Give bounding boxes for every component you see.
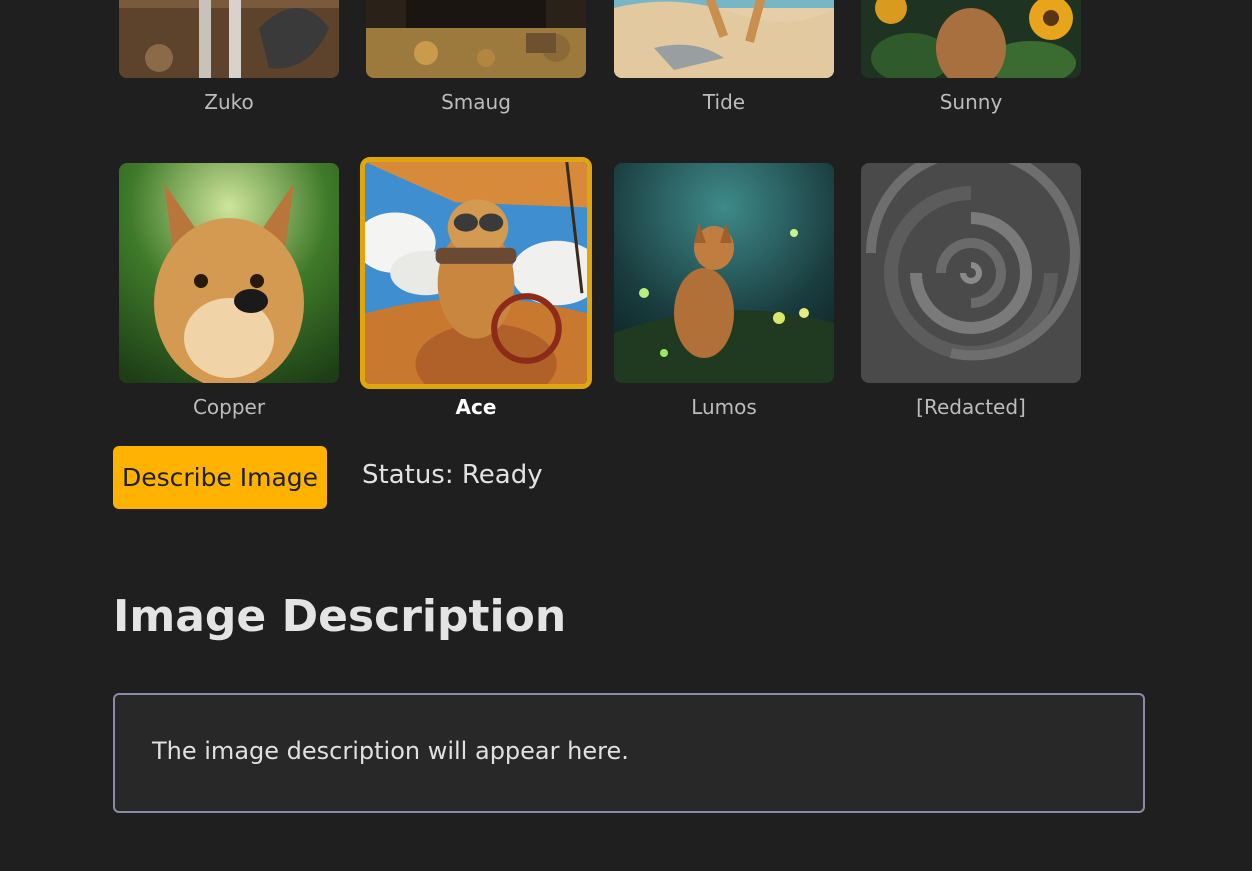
gallery-caption: Copper — [192, 395, 266, 419]
image-description-heading: Image Description — [113, 591, 567, 642]
image-description-box: The image description will appear here. — [113, 693, 1145, 813]
dog-image-zuko[interactable] — [119, 0, 339, 78]
dog-image-sunny[interactable] — [861, 0, 1081, 78]
gallery-caption: Sunny — [939, 90, 1003, 114]
dog-image-ace[interactable] — [360, 157, 592, 389]
gallery-caption: [Redacted] — [916, 395, 1026, 419]
image-description-text: The image description will appear here. — [152, 737, 629, 765]
dog-image-lumos[interactable] — [614, 163, 834, 383]
gallery-caption-selected: Ace — [455, 395, 497, 419]
dog-image-copper[interactable] — [119, 163, 339, 383]
gallery-caption: Tide — [702, 90, 746, 114]
dog-image-tide[interactable] — [614, 0, 834, 78]
dog-image-smaug[interactable] — [366, 0, 586, 78]
redacted-swirl-image[interactable] — [861, 163, 1081, 383]
image-gallery: Zuko Smaug Tide Sunny Copper Ace Lumos [… — [0, 0, 1252, 430]
status-text: Status: Ready — [362, 460, 543, 490]
gallery-caption: Zuko — [204, 90, 254, 114]
describe-image-button[interactable]: Describe Image — [113, 446, 327, 509]
gallery-caption: Lumos — [691, 395, 757, 419]
gallery-caption: Smaug — [441, 90, 511, 114]
